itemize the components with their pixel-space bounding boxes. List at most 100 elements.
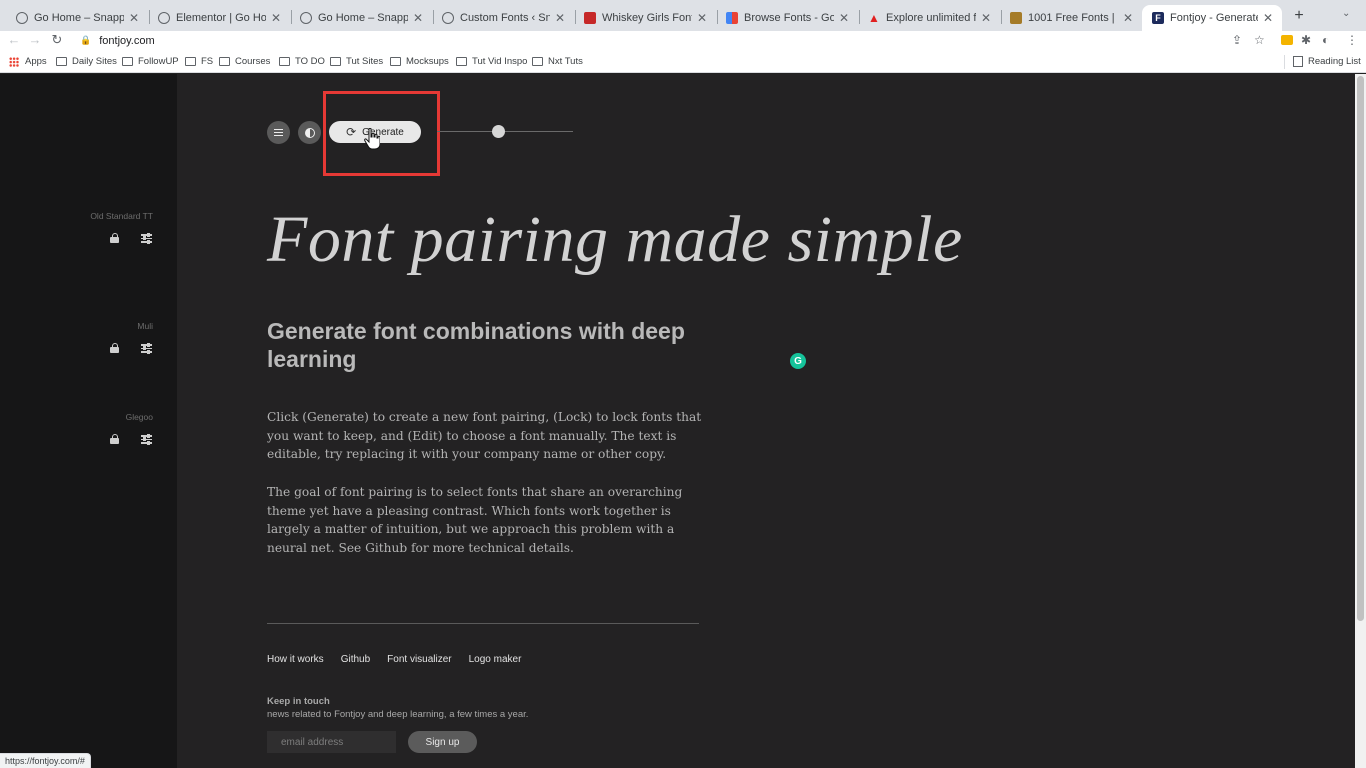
- bookmarks-bar: Apps Daily Sites FollowUP FS Courses TO …: [0, 51, 1366, 73]
- extension-badge-icon[interactable]: [1281, 35, 1293, 45]
- tab-strip: Go Home – Snappy Sports ✕ Elementor | Go…: [0, 0, 1366, 31]
- bookmark-label: Courses: [235, 56, 271, 67]
- bookmark-folder[interactable]: Courses: [219, 56, 270, 67]
- bookmark-label: Nxt Tuts: [548, 56, 583, 67]
- lock-icon[interactable]: [110, 233, 119, 243]
- bookmark-label: TO DO: [295, 56, 325, 67]
- folder-icon: [390, 57, 401, 66]
- profile-extension-icon[interactable]: ◐: [1322, 33, 1329, 47]
- tab-title: Fontjoy - Generate font pa: [1170, 12, 1258, 24]
- folder-icon: [56, 57, 67, 66]
- scrollbar-thumb[interactable]: [1357, 76, 1364, 621]
- tab-title: Explore unlimited fonts | A: [886, 12, 976, 24]
- footer-link-font-visualizer[interactable]: Font visualizer: [387, 654, 451, 665]
- folder-icon: [532, 57, 543, 66]
- folder-icon: [219, 57, 230, 66]
- url-text[interactable]: fontjoy.com: [99, 35, 154, 47]
- browser-tab[interactable]: Elementor | Go Home ✕: [148, 5, 290, 31]
- bookmark-label: FS: [201, 56, 214, 67]
- star-icon[interactable]: ☆: [1254, 33, 1265, 47]
- browser-toolbar: ← → ↻ 🔒 fontjoy.com ⇪ ☆ ✱ ◐ ⋮: [0, 31, 1366, 51]
- close-icon[interactable]: ✕: [412, 11, 424, 25]
- grammarly-icon[interactable]: G: [790, 353, 806, 369]
- annotation-highlight-box: [323, 91, 440, 176]
- extensions-icon[interactable]: ✱: [1301, 33, 1311, 47]
- google-fonts-icon: [726, 12, 738, 24]
- close-icon[interactable]: ✕: [696, 11, 708, 25]
- font-name-label: Muli: [137, 321, 153, 331]
- reload-icon[interactable]: ↻: [49, 32, 65, 48]
- edit-sliders-icon[interactable]: [141, 433, 152, 445]
- apps-grid-icon: [9, 56, 19, 67]
- bookmark-folder[interactable]: Daily Sites: [56, 56, 117, 67]
- browser-tab[interactable]: Whiskey Girls Font | dafon ✕: [574, 5, 716, 31]
- close-icon[interactable]: ✕: [980, 11, 992, 25]
- footer-link-logo-maker[interactable]: Logo maker: [469, 654, 522, 665]
- page-headline[interactable]: Font pairing made simple: [267, 202, 963, 278]
- tab-title: Elementor | Go Home: [176, 12, 266, 24]
- forward-arrow-icon[interactable]: →: [27, 32, 43, 47]
- edit-sliders-icon[interactable]: [141, 342, 152, 354]
- browser-tab[interactable]: Browse Fonts - Google Fo ✕: [716, 5, 858, 31]
- lock-icon[interactable]: 🔒: [80, 35, 91, 46]
- footer-divider: [267, 623, 699, 624]
- bookmark-folder[interactable]: FS: [185, 56, 213, 67]
- tab-title: Browse Fonts - Google Fo: [744, 12, 834, 24]
- close-icon[interactable]: ✕: [128, 11, 140, 25]
- edit-sliders-icon[interactable]: [141, 232, 152, 244]
- bookmark-folder[interactable]: Tut Vid Inspo: [456, 56, 527, 67]
- browser-tab[interactable]: Custom Fonts ‹ Snappy Sp ✕: [432, 5, 574, 31]
- bookmark-folder[interactable]: Nxt Tuts: [532, 56, 583, 67]
- browser-tab[interactable]: Go Home – Snappy Sports ✕: [6, 5, 148, 31]
- tab-title: Go Home – Snappy Sports: [34, 12, 124, 24]
- signup-button[interactable]: Sign up: [408, 731, 477, 753]
- newsletter-title: Keep in touch: [267, 696, 330, 707]
- browser-tab-active[interactable]: F Fontjoy - Generate font pa ✕: [1142, 5, 1282, 31]
- footer-link-github[interactable]: Github: [341, 654, 370, 665]
- back-arrow-icon[interactable]: ←: [6, 32, 22, 47]
- tab-search-chevron-icon[interactable]: ⌄: [1342, 8, 1350, 19]
- bookmark-folder[interactable]: Mocksups: [390, 56, 449, 67]
- address-bar[interactable]: 🔒 fontjoy.com: [72, 31, 1278, 50]
- browser-tab[interactable]: Go Home – Snappy Sports ✕: [290, 5, 432, 31]
- menu-kebab-icon[interactable]: ⋮: [1346, 33, 1358, 47]
- list-view-button[interactable]: [267, 121, 290, 144]
- share-icon[interactable]: ⇪: [1232, 33, 1242, 47]
- bookmark-folder[interactable]: TO DO: [279, 56, 325, 67]
- tab-title: Whiskey Girls Font | dafon: [602, 12, 692, 24]
- lock-icon[interactable]: [110, 343, 119, 353]
- contrast-toggle-button[interactable]: [298, 121, 321, 144]
- page-scrollbar[interactable]: [1355, 74, 1366, 768]
- pairing-slider-knob[interactable]: [491, 125, 505, 138]
- pairing-slider-track[interactable]: [437, 131, 573, 132]
- description-paragraph[interactable]: The goal of font pairing is to select fo…: [267, 483, 707, 557]
- email-field[interactable]: [267, 731, 396, 753]
- close-icon[interactable]: ✕: [1262, 11, 1274, 25]
- browser-tab[interactable]: ▲ Explore unlimited fonts | A ✕: [858, 5, 1000, 31]
- contrast-icon: [304, 127, 315, 138]
- new-tab-icon[interactable]: +: [1290, 7, 1308, 25]
- bookmark-label: Tut Sites: [346, 56, 384, 67]
- bookmark-folder[interactable]: FollowUP: [122, 56, 179, 67]
- close-icon[interactable]: ✕: [1122, 11, 1134, 25]
- page-subheading[interactable]: Generate font combinations with deep lea…: [267, 317, 737, 373]
- bookmark-folder[interactable]: Tut Sites: [330, 56, 383, 67]
- bookmark-label: Apps: [25, 56, 47, 67]
- bookmark-apps[interactable]: Apps: [9, 56, 47, 67]
- bookmark-label: Tut Vid Inspo: [472, 56, 528, 67]
- hand-cursor-icon: [364, 128, 380, 150]
- newsletter-description: news related to Fontjoy and deep learnin…: [267, 709, 529, 720]
- intro-paragraph[interactable]: Click (Generate) to create a new font pa…: [267, 408, 707, 464]
- close-icon[interactable]: ✕: [838, 11, 850, 25]
- tab-title: Custom Fonts ‹ Snappy Sp: [460, 12, 550, 24]
- lock-icon[interactable]: [110, 434, 119, 444]
- close-icon[interactable]: ✕: [270, 11, 282, 25]
- reading-list[interactable]: Reading List: [1293, 56, 1361, 67]
- browser-tab[interactable]: 1001 Free Fonts | Downloa ✕: [1000, 5, 1142, 31]
- close-icon[interactable]: ✕: [554, 11, 566, 25]
- folder-icon: [330, 57, 341, 66]
- footer-link-how-it-works[interactable]: How it works: [267, 654, 324, 665]
- fontjoy-page: Old Standard TT Muli Glegoo ⟳ Generate F…: [0, 74, 1366, 768]
- status-bar-url: https://fontjoy.com/#: [0, 753, 91, 768]
- globe-icon: [158, 12, 170, 24]
